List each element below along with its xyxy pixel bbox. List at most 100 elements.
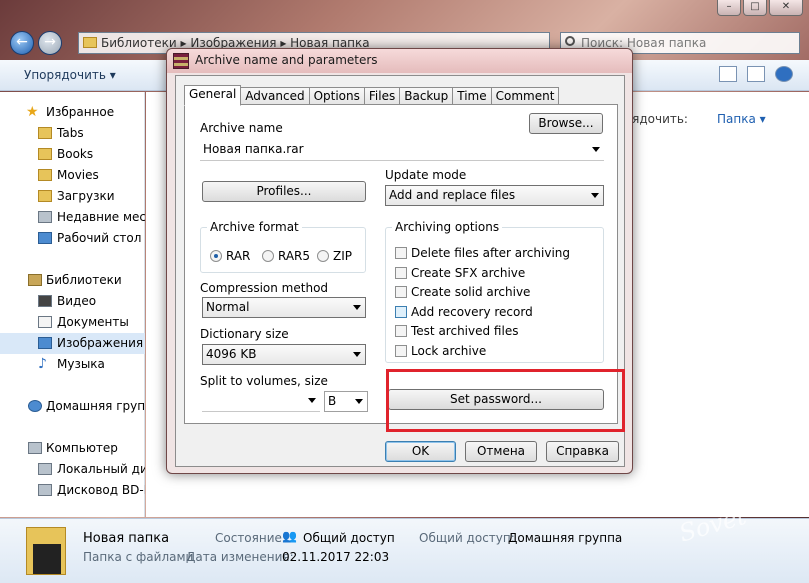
search-icon: [565, 36, 575, 46]
nav-music[interactable]: ♪ Музыка: [0, 354, 145, 375]
folder-thumbnail-icon: [26, 527, 66, 575]
winrar-icon: [173, 53, 189, 69]
recovery-record-checkbox[interactable]: Add recovery record: [395, 305, 533, 319]
details-state-label: Состояние:: [215, 531, 286, 545]
back-button[interactable]: ←: [10, 31, 34, 55]
maximize-button[interactable]: □: [743, 0, 767, 16]
chevron-down-icon: [592, 147, 600, 152]
organize-menu[interactable]: Упорядочить ▾: [24, 68, 116, 82]
dialog-body: General Advanced Options Files Backup Ti…: [175, 75, 625, 467]
disc-drive-icon: [38, 484, 52, 496]
computer-icon: [28, 442, 42, 454]
toolbar-right: [719, 66, 793, 82]
window-controls: – □ ✕: [717, 0, 803, 16]
folder-icon: [38, 169, 52, 181]
tab-files[interactable]: Files: [363, 87, 401, 105]
star-icon: ★: [26, 104, 39, 120]
folder-icon: [38, 127, 52, 139]
minimize-button[interactable]: –: [717, 0, 741, 16]
update-mode-label: Update mode: [385, 168, 467, 182]
drive-icon: [38, 463, 52, 475]
nav-tabs[interactable]: Tabs: [0, 123, 145, 144]
create-solid-checkbox[interactable]: Create solid archive: [395, 285, 530, 299]
recent-places-icon: [38, 211, 52, 223]
details-type: Папка с файлами: [83, 550, 194, 564]
browse-button[interactable]: Browse...: [529, 113, 603, 134]
nav-favorites[interactable]: ★ Избранное: [0, 102, 145, 123]
details-modified-value: 02.11.2017 22:03: [282, 550, 390, 564]
ok-button[interactable]: OK: [385, 441, 456, 462]
details-state-value: Общий доступ: [303, 531, 395, 545]
nav-local-disk[interactable]: Локальный диск: [0, 459, 145, 480]
nav-libraries[interactable]: Библиотеки: [0, 270, 145, 291]
dialog-title: Archive name and parameters: [195, 53, 378, 67]
details-share-value: Домашняя группа: [508, 531, 623, 545]
nav-downloads[interactable]: Загрузки: [0, 186, 145, 207]
dialog-titlebar: Archive name and parameters: [167, 49, 632, 73]
view-options-icon[interactable]: [719, 66, 737, 82]
split-unit-select[interactable]: B: [324, 391, 368, 412]
update-mode-select[interactable]: Add and replace files: [385, 185, 604, 206]
dictionary-label: Dictionary size: [200, 327, 289, 341]
details-share-label: Общий доступ:: [419, 531, 515, 545]
nav-recent[interactable]: Недавние места: [0, 207, 145, 228]
tab-options[interactable]: Options: [308, 87, 365, 105]
archive-name-input[interactable]: Новая папка.rar: [200, 140, 604, 161]
arrange-by-dropdown[interactable]: Папка ▾: [717, 112, 766, 126]
libraries-icon: [28, 274, 42, 286]
tab-advanced[interactable]: Advanced: [240, 87, 310, 105]
dictionary-select[interactable]: 4096 KB: [202, 344, 366, 365]
compression-label: Compression method: [200, 281, 329, 295]
chevron-down-icon: [353, 305, 361, 310]
highlight-box: [386, 369, 625, 432]
split-size-input[interactable]: [202, 391, 320, 412]
downloads-icon: [38, 190, 52, 202]
documents-icon: [38, 316, 52, 328]
folder-icon: [83, 37, 97, 48]
tab-time[interactable]: Time: [452, 87, 492, 105]
nav-computer[interactable]: Компьютер: [0, 438, 145, 459]
nav-desktop[interactable]: Рабочий стол: [0, 228, 145, 249]
chevron-down-icon: [591, 193, 599, 198]
format-rar-radio[interactable]: RAR: [210, 249, 250, 263]
test-files-checkbox[interactable]: Test archived files: [395, 324, 518, 338]
tab-backup[interactable]: Backup: [399, 87, 454, 105]
details-modified-label: Дата изменения:: [186, 550, 294, 564]
tab-comment[interactable]: Comment: [490, 87, 560, 105]
forward-button[interactable]: →: [38, 31, 62, 55]
archive-dialog: Archive name and parameters General Adva…: [166, 48, 633, 474]
split-label: Split to volumes, size: [200, 374, 328, 388]
compression-select[interactable]: Normal: [202, 297, 366, 318]
breadcrumb-1[interactable]: Библиотеки: [101, 36, 177, 50]
folder-icon: [38, 148, 52, 160]
nav-pictures[interactable]: Изображения: [0, 333, 145, 354]
delete-after-checkbox[interactable]: Delete files after archiving: [395, 246, 570, 260]
tab-general[interactable]: General: [184, 85, 242, 106]
dialog-tabs: General Advanced Options Files Backup Ti…: [184, 85, 560, 106]
nav-video[interactable]: Видео: [0, 291, 145, 312]
chevron-down-icon: [308, 398, 316, 403]
desktop-icon: [38, 232, 52, 244]
homegroup-icon: [28, 400, 42, 412]
video-icon: [38, 295, 52, 307]
nav-documents[interactable]: Документы: [0, 312, 145, 333]
nav-books[interactable]: Books: [0, 144, 145, 165]
format-zip-radio[interactable]: ZIP: [317, 249, 352, 263]
nav-homegroup[interactable]: Домашняя группа: [0, 396, 145, 417]
cancel-button[interactable]: Отмена: [465, 441, 537, 462]
lock-archive-checkbox[interactable]: Lock archive: [395, 344, 486, 358]
details-name: Новая папка: [83, 531, 170, 546]
chevron-down-icon: [355, 399, 363, 404]
help-button[interactable]: Справка: [546, 441, 619, 462]
preview-pane-icon[interactable]: [747, 66, 765, 82]
profiles-button[interactable]: Profiles...: [202, 181, 366, 202]
format-rar5-radio[interactable]: RAR5: [262, 249, 310, 263]
navigation-pane: ★ Избранное Tabs Books Movies Загрузки Не…: [0, 92, 145, 517]
music-icon: ♪: [38, 356, 47, 372]
create-sfx-checkbox[interactable]: Create SFX archive: [395, 266, 525, 280]
nav-bd-rom[interactable]: Дисковод BD-RO: [0, 480, 145, 501]
pictures-icon: [38, 337, 52, 349]
help-icon[interactable]: [775, 66, 793, 82]
close-button[interactable]: ✕: [769, 0, 803, 16]
nav-movies[interactable]: Movies: [0, 165, 145, 186]
